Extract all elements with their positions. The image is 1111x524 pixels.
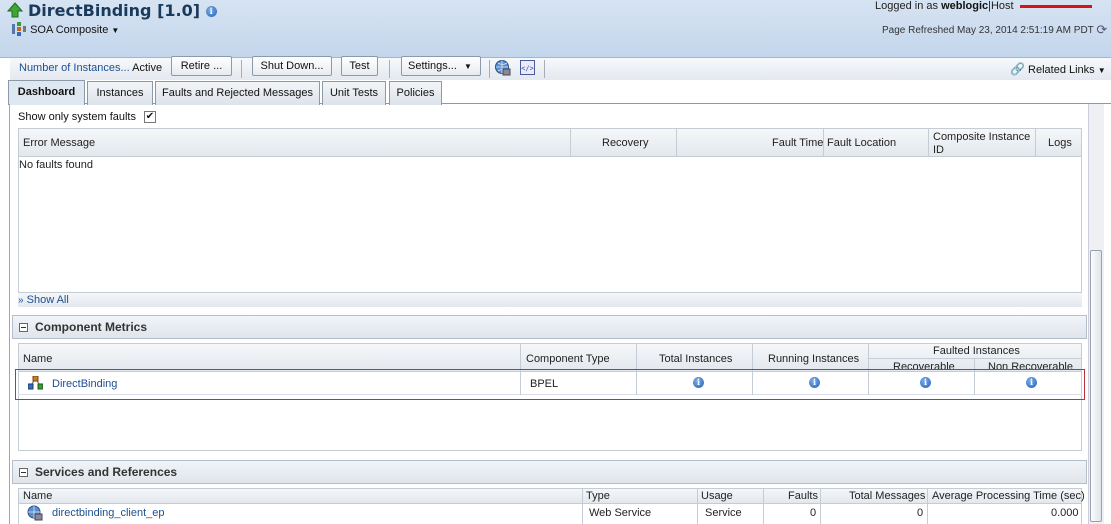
web-service-icon bbox=[27, 505, 43, 521]
column-divider bbox=[1035, 129, 1036, 157]
column-name[interactable]: Name bbox=[23, 353, 52, 366]
system-faults-filter: Show only system faults bbox=[18, 111, 136, 123]
toolbar-separator bbox=[489, 60, 490, 78]
column-total-instances[interactable]: Total Instances bbox=[659, 353, 732, 366]
column-divider bbox=[697, 489, 698, 524]
services-references-title: Services and References bbox=[35, 465, 178, 479]
column-faults[interactable]: Faults bbox=[788, 490, 818, 503]
retire-button[interactable]: Retire ... bbox=[171, 56, 232, 76]
chevron-down-icon: ▼ bbox=[1097, 66, 1106, 75]
column-divider bbox=[676, 129, 677, 157]
tab-instances[interactable]: Instances bbox=[87, 81, 153, 105]
login-info: Logged in as weblogic|Host bbox=[875, 0, 1014, 12]
tab-faults-and-rejected-messages[interactable]: Faults and Rejected Messages bbox=[155, 81, 320, 105]
tab-unit-tests[interactable]: Unit Tests bbox=[322, 81, 386, 105]
scrollbar-thumb[interactable] bbox=[1090, 250, 1102, 522]
page-refreshed: Page Refreshed May 23, 2014 2:51:19 AM P… bbox=[882, 22, 1107, 38]
related-links-label: Related Links bbox=[1028, 64, 1095, 76]
toolbar-separator bbox=[241, 60, 242, 78]
toolbar-separator bbox=[544, 60, 545, 78]
chevron-down-icon: ▼ bbox=[111, 26, 120, 35]
service-usage: Service bbox=[705, 507, 742, 519]
svg-text:</>: </> bbox=[521, 65, 534, 73]
column-divider bbox=[752, 344, 753, 372]
component-metrics-header[interactable]: Component Metrics bbox=[12, 315, 1087, 339]
column-faulted-instances[interactable]: Faulted Instances bbox=[933, 345, 1020, 358]
up-arrow-icon bbox=[7, 2, 23, 18]
system-faults-label: Show only system faults bbox=[18, 111, 136, 123]
number-of-instances-link[interactable]: Number of Instances... bbox=[19, 62, 130, 74]
service-avg-time: 0.000 bbox=[1051, 507, 1079, 519]
column-logs[interactable]: Logs bbox=[1048, 137, 1072, 150]
host-label: |Host bbox=[988, 0, 1014, 12]
toolbar-separator bbox=[389, 60, 390, 78]
column-divider bbox=[763, 489, 764, 524]
composite-icon bbox=[12, 22, 26, 36]
user-name[interactable]: weblogic bbox=[941, 0, 988, 12]
system-faults-checkbox[interactable]: ✔ bbox=[144, 111, 156, 123]
settings-menu-button[interactable]: Settings... ▼ bbox=[401, 56, 481, 76]
tab-policies[interactable]: Policies bbox=[389, 81, 442, 105]
show-all-label: Show All bbox=[26, 294, 69, 306]
column-total-messages[interactable]: Total Messages bbox=[849, 490, 925, 503]
column-divider bbox=[823, 129, 824, 157]
test-button[interactable]: Test bbox=[341, 56, 378, 76]
chevron-down-icon: ▼ bbox=[463, 62, 472, 71]
highlight-box bbox=[15, 369, 1085, 400]
double-chevron-right-icon: » bbox=[18, 295, 24, 306]
column-error-message[interactable]: Error Message bbox=[23, 137, 95, 150]
link-chain-icon: 🔗 bbox=[1010, 62, 1025, 76]
composite-title: DirectBinding [1.0] bbox=[28, 1, 201, 20]
column-fault-time[interactable]: Fault Time bbox=[772, 137, 823, 150]
settings-label: Settings... bbox=[408, 60, 457, 72]
logged-in-label: Logged in as bbox=[875, 0, 938, 12]
status-text: Active bbox=[132, 62, 163, 74]
collapse-icon[interactable] bbox=[19, 468, 28, 477]
soa-composite-label: SOA Composite bbox=[30, 24, 109, 36]
column-divider bbox=[636, 344, 637, 372]
page-refreshed-text: Page Refreshed May 23, 2014 2:51:19 AM P… bbox=[882, 25, 1094, 36]
service-name-link[interactable]: directbinding_client_ep bbox=[52, 507, 165, 520]
refresh-icon[interactable]: ⟳ bbox=[1096, 22, 1107, 37]
column-average-processing-time[interactable]: Average Processing Time (sec) bbox=[932, 490, 1085, 503]
column-divider bbox=[927, 489, 928, 524]
globe-icon[interactable] bbox=[494, 59, 511, 76]
column-recovery[interactable]: Recovery bbox=[602, 137, 648, 150]
collapse-icon[interactable] bbox=[19, 323, 28, 332]
faults-table-footer bbox=[18, 292, 1082, 307]
instances-summary: Number of Instances... Active bbox=[19, 62, 162, 74]
soa-composite-page: DirectBinding [1.0] i SOA Composite ▼ Lo… bbox=[0, 0, 1111, 524]
column-divider bbox=[520, 344, 521, 372]
service-type: Web Service bbox=[589, 507, 652, 519]
service-faults: 0 bbox=[810, 507, 817, 519]
column-divider bbox=[570, 129, 571, 157]
page-title: DirectBinding [1.0] i bbox=[28, 1, 217, 20]
page-header: DirectBinding [1.0] i SOA Composite ▼ Lo… bbox=[0, 0, 1111, 58]
column-divider bbox=[582, 489, 583, 524]
header-divider bbox=[868, 358, 1082, 359]
no-faults-message: No faults found bbox=[19, 159, 93, 171]
column-fault-location[interactable]: Fault Location bbox=[827, 137, 896, 150]
xml-source-icon[interactable]: </> bbox=[520, 60, 535, 75]
shutdown-button[interactable]: Shut Down... bbox=[252, 56, 332, 76]
column-composite-instance-id[interactable]: Composite Instance ID bbox=[933, 131, 1033, 157]
faults-table-header bbox=[18, 128, 1082, 157]
component-metrics-title: Component Metrics bbox=[35, 320, 148, 334]
column-type[interactable]: Type bbox=[586, 490, 610, 503]
tab-dashboard[interactable]: Dashboard bbox=[8, 80, 85, 105]
service-total-messages: 0 bbox=[917, 507, 924, 519]
soa-composite-menu[interactable]: SOA Composite ▼ bbox=[11, 22, 119, 36]
services-references-header[interactable]: Services and References bbox=[12, 460, 1087, 484]
related-links-menu[interactable]: 🔗 Related Links ▼ bbox=[1010, 62, 1106, 76]
info-icon[interactable]: i bbox=[205, 6, 217, 17]
column-usage[interactable]: Usage bbox=[701, 490, 733, 503]
column-running-instances[interactable]: Running Instances bbox=[768, 353, 859, 366]
column-name[interactable]: Name bbox=[23, 490, 52, 503]
column-component-type[interactable]: Component Type bbox=[526, 353, 610, 366]
column-divider bbox=[820, 489, 821, 524]
column-divider bbox=[928, 129, 929, 157]
show-all-link[interactable]: » Show All bbox=[18, 294, 69, 306]
redaction-mark bbox=[1020, 5, 1092, 8]
